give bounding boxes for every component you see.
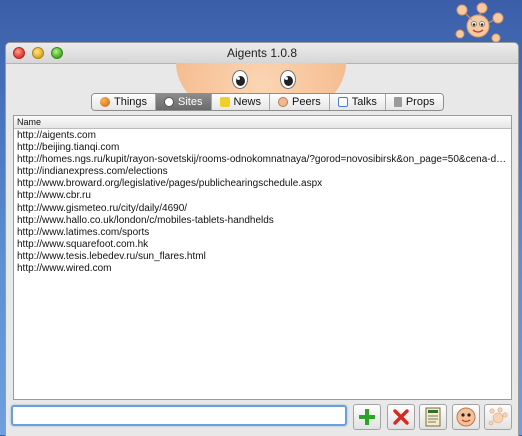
tab-label: Talks bbox=[351, 96, 377, 108]
table-row[interactable]: http://aigents.com bbox=[14, 130, 511, 142]
tab-label: Things bbox=[114, 96, 148, 108]
table-row[interactable]: http://homes.ngs.ru/kupit/rayon-sovetski… bbox=[14, 154, 511, 166]
talks-icon bbox=[337, 97, 348, 107]
window-title: Aigents 1.0.8 bbox=[226, 46, 298, 60]
props-icon bbox=[393, 97, 402, 107]
sites-table[interactable]: Name http://aigents.com http://beijing.t… bbox=[13, 115, 512, 400]
news-icon bbox=[219, 97, 230, 107]
table-row[interactable]: http://indianexpress.com/elections bbox=[14, 166, 511, 178]
tab-label: Peers bbox=[292, 96, 321, 108]
face-icon bbox=[456, 407, 476, 427]
app-window: Aigents 1.0.8 Things Sites News Peers Ta… bbox=[5, 42, 519, 436]
table-row[interactable]: http://beijing.tianqi.com bbox=[14, 142, 511, 154]
table-row[interactable]: http://www.latimes.com/sports bbox=[14, 227, 511, 239]
table-row[interactable]: http://www.gismeteo.ru/city/daily/4690/ bbox=[14, 203, 511, 215]
add-button[interactable] bbox=[353, 404, 381, 430]
aigents-logo-icon bbox=[488, 407, 508, 426]
tab-peers[interactable]: Peers bbox=[270, 94, 330, 110]
tab-label: Sites bbox=[178, 96, 203, 108]
tab-label: Props bbox=[405, 96, 435, 108]
x-icon bbox=[393, 409, 409, 425]
tab-props[interactable]: Props bbox=[385, 94, 443, 110]
title-bar[interactable]: Aigents 1.0.8 bbox=[6, 43, 518, 64]
table-row[interactable]: http://www.hallo.co.uk/london/c/mobiles-… bbox=[14, 215, 511, 227]
table-rows: http://aigents.com http://beijing.tianqi… bbox=[14, 129, 511, 275]
face-button[interactable] bbox=[452, 404, 480, 430]
sites-icon bbox=[164, 97, 175, 107]
tab-news[interactable]: News bbox=[211, 94, 271, 110]
tab-things[interactable]: Things bbox=[92, 94, 157, 110]
tab-bar: Things Sites News Peers Talks Props bbox=[91, 93, 444, 111]
peers-icon bbox=[278, 97, 289, 107]
plus-icon bbox=[359, 409, 375, 425]
tab-label: News bbox=[233, 96, 262, 108]
book-icon bbox=[425, 407, 441, 427]
spellbook-button[interactable] bbox=[419, 404, 447, 430]
logo-button[interactable] bbox=[484, 404, 512, 430]
aigents-mascot-icon bbox=[455, 2, 504, 43]
column-header-name[interactable]: Name bbox=[14, 116, 511, 129]
peeking-face-icon bbox=[176, 63, 346, 95]
table-row[interactable]: http://www.cbr.ru bbox=[14, 190, 511, 202]
things-icon bbox=[100, 97, 110, 107]
table-row[interactable]: http://www.broward.org/legislative/pages… bbox=[14, 178, 511, 190]
tab-sites[interactable]: Sites bbox=[156, 94, 212, 110]
table-row[interactable]: http://www.tesis.lebedev.ru/sun_flares.h… bbox=[14, 251, 511, 263]
tab-talks[interactable]: Talks bbox=[329, 94, 386, 110]
command-input[interactable] bbox=[11, 405, 347, 426]
table-row[interactable]: http://www.wired.com bbox=[14, 263, 511, 275]
delete-button[interactable] bbox=[387, 404, 415, 430]
table-row[interactable]: http://www.squarefoot.com.hk bbox=[14, 239, 511, 251]
